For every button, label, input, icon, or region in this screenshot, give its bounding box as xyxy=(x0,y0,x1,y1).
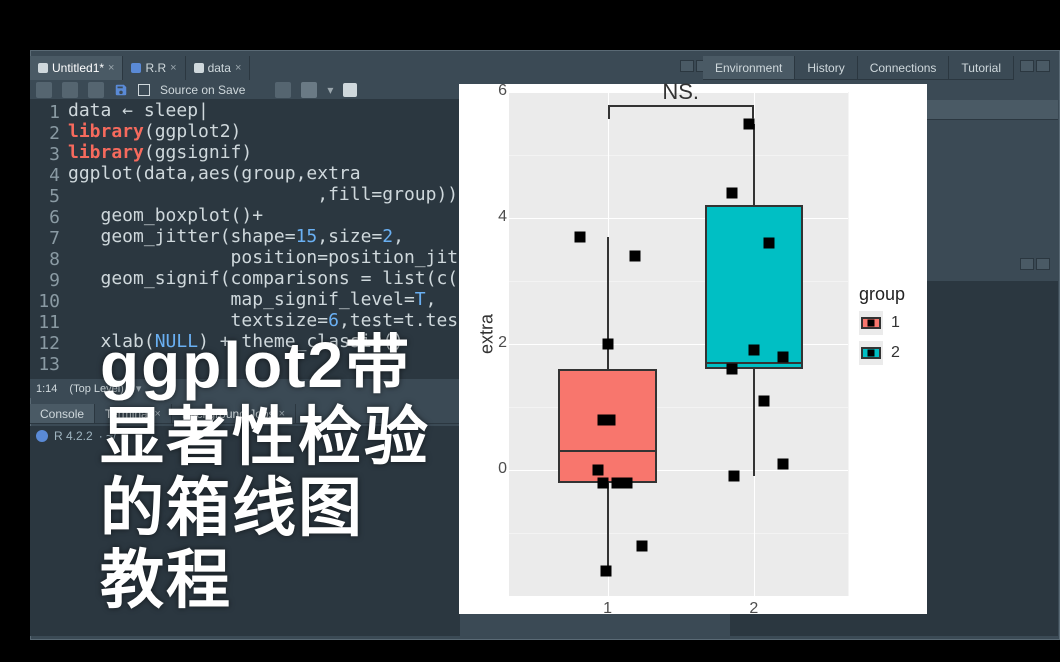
r-version: R 4.2.2 xyxy=(54,429,93,443)
minimize-icon[interactable] xyxy=(680,60,694,72)
y-tick: 0 xyxy=(493,460,507,478)
file-icon xyxy=(131,63,141,73)
plot-legend: group 1 2 xyxy=(859,284,923,371)
tab-tutorial[interactable]: Tutorial xyxy=(949,56,1014,79)
file-icon xyxy=(38,63,48,73)
compile-icon[interactable] xyxy=(343,83,357,97)
forward-icon[interactable] xyxy=(62,82,78,98)
file-icon xyxy=(194,63,204,73)
editor-tab-untitled[interactable]: Untitled1* × xyxy=(30,56,123,80)
back-icon[interactable] xyxy=(36,82,52,98)
tab-label: Untitled1* xyxy=(52,61,104,75)
dropdown-icon[interactable]: ▾ xyxy=(327,83,333,97)
minimize-icon[interactable] xyxy=(1020,60,1034,72)
legend-item-2: 2 xyxy=(859,341,923,365)
maximize-icon[interactable] xyxy=(1036,60,1050,72)
editor-tab-strip: Untitled1* × R.R × data × xyxy=(30,56,250,80)
y-tick: 4 xyxy=(493,208,507,226)
editor-tab-data[interactable]: data × xyxy=(186,56,251,80)
legend-title: group xyxy=(859,284,923,305)
significance-label: NS. xyxy=(662,79,699,105)
line-gutter: 12345678910111213 xyxy=(30,100,66,380)
find-icon[interactable] xyxy=(275,82,291,98)
tab-console[interactable]: Console xyxy=(30,404,95,423)
tab-connections[interactable]: Connections xyxy=(858,56,950,79)
code-lines: data ← sleep|library(ggplot2)library(ggs… xyxy=(68,100,460,352)
plot-panel: extra group 1 2 024612NS. xyxy=(459,84,927,614)
r-icon xyxy=(36,430,48,442)
x-tick: 1 xyxy=(603,600,612,618)
y-tick: 6 xyxy=(493,82,507,100)
close-icon[interactable]: × xyxy=(235,62,241,74)
plot-area xyxy=(509,92,849,596)
tab-history[interactable]: History xyxy=(795,56,857,79)
show-in-new-window-icon[interactable] xyxy=(88,82,104,98)
y-tick: 2 xyxy=(493,334,507,352)
maximize-icon[interactable] xyxy=(1036,258,1050,270)
source-on-save-checkbox[interactable] xyxy=(138,84,150,96)
tutorial-title-overlay: ggplot2带 显著性检验 的箱线图 教程 xyxy=(100,330,430,617)
save-icon[interactable] xyxy=(114,83,128,97)
cursor-position: 1:14 xyxy=(36,383,57,395)
tab-label: R.R xyxy=(145,61,166,75)
tab-label: data xyxy=(208,61,231,75)
editor-tab-rr[interactable]: R.R × xyxy=(123,56,185,80)
right-pane-controls xyxy=(1020,60,1050,72)
code-tools-icon[interactable] xyxy=(301,82,317,98)
tab-environment[interactable]: Environment xyxy=(703,56,795,79)
legend-item-1: 1 xyxy=(859,311,923,335)
minimize-icon[interactable] xyxy=(1020,258,1034,270)
right-pane-tabs: Environment History Connections Tutorial xyxy=(703,56,1014,80)
x-tick: 2 xyxy=(749,600,758,618)
close-icon[interactable]: × xyxy=(108,62,114,74)
close-icon[interactable]: × xyxy=(170,62,176,74)
right-lower-pane-controls xyxy=(1020,258,1050,270)
source-on-save-label: Source on Save xyxy=(160,83,245,97)
